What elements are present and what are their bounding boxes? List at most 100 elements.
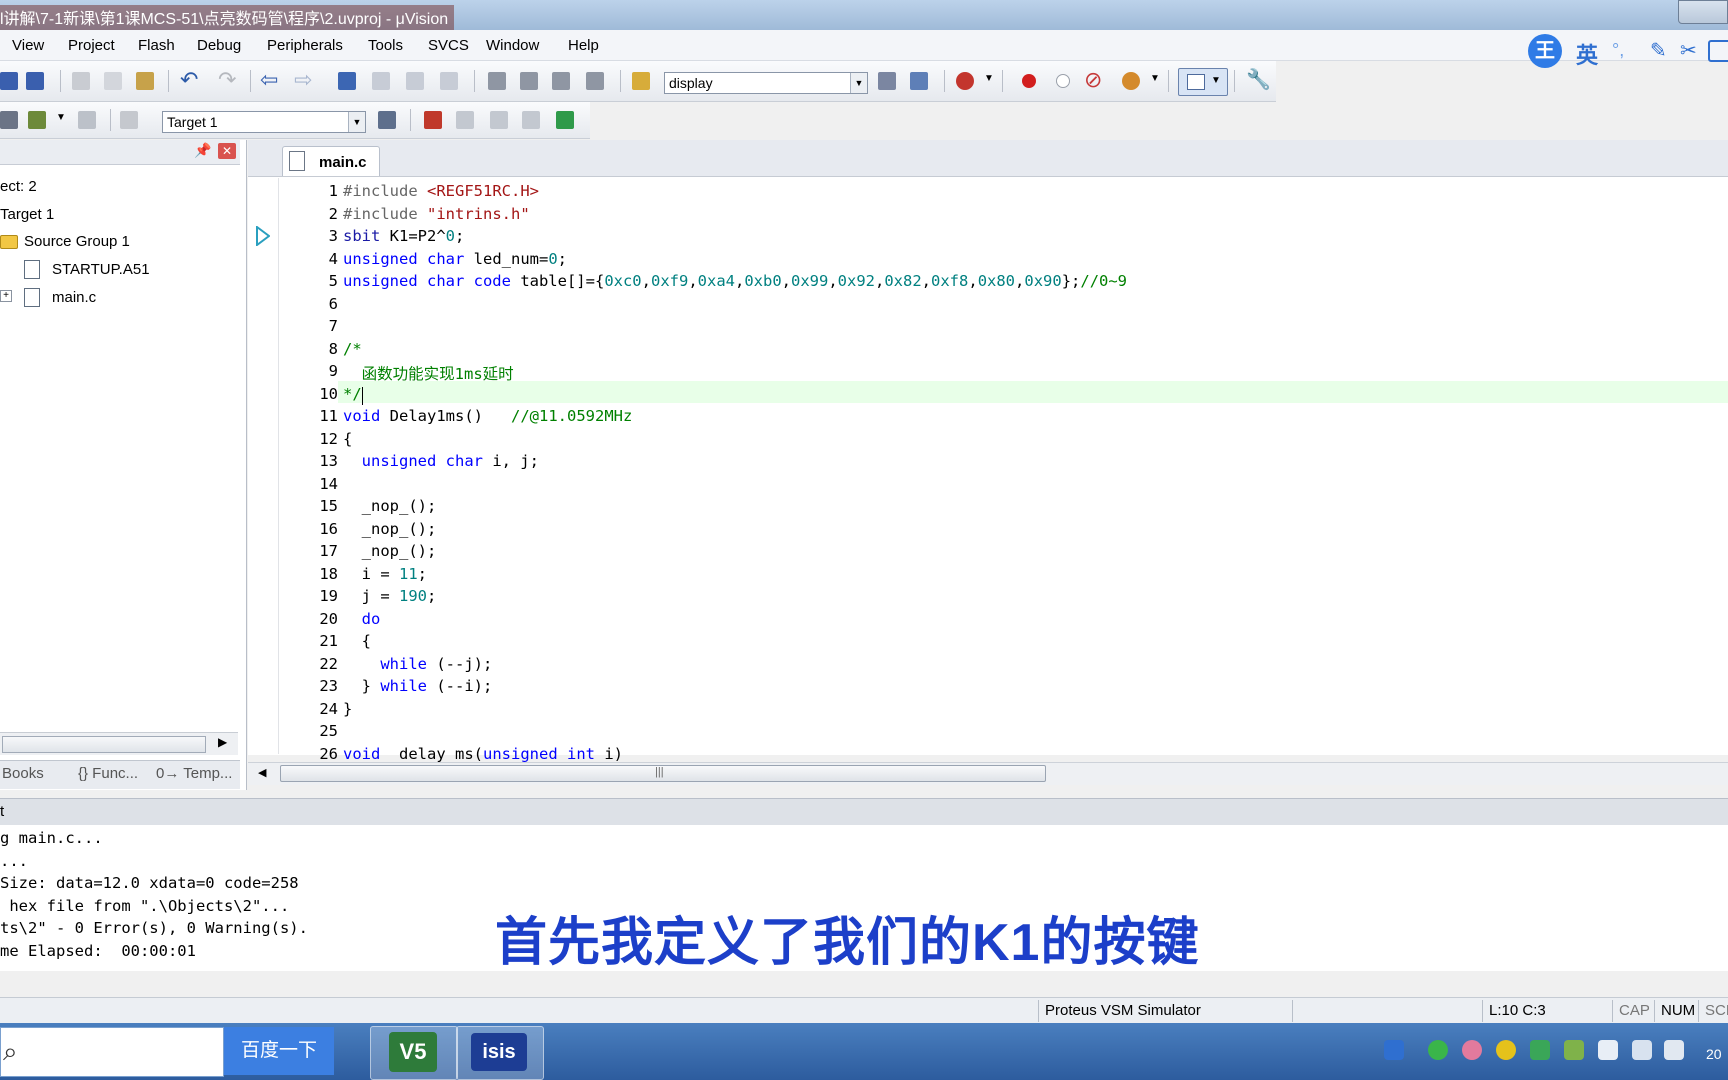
event-recorder-icon[interactable] [556,111,574,129]
volume-muted-icon[interactable] [1664,1040,1684,1060]
menu-project[interactable]: Project [68,37,115,54]
code-line[interactable]: } [343,700,352,718]
undo-icon[interactable]: ↶ [180,67,198,93]
app-tray-icon[interactable] [1462,1040,1482,1060]
navigate-forward-icon[interactable]: ⇨ [294,67,312,93]
security-tray-icon[interactable] [1496,1040,1516,1060]
code-line[interactable]: #include "intrins.h" [343,205,530,223]
save-icon[interactable] [0,72,18,90]
indent-icon[interactable] [488,72,506,90]
ime-punctuation-icon[interactable]: °, [1612,40,1624,61]
code-line[interactable]: { [343,632,371,650]
project-hscroll[interactable]: ▶ [0,732,238,755]
code-line[interactable]: _nop_(); [343,520,437,538]
tab-main-c[interactable]: main.c [282,146,380,177]
target-combo[interactable]: Target 1 ▼ [162,111,366,133]
pack-installer-icon[interactable] [522,111,540,129]
chevron-down-icon[interactable]: ▼ [56,112,66,123]
code-line[interactable]: */ [343,385,362,403]
taskbar-app-isis[interactable]: isis [456,1026,544,1080]
signal-icon[interactable] [1632,1040,1652,1060]
ime-language-toggle[interactable]: 英 [1576,38,1598,70]
minimize-button[interactable] [1678,0,1728,24]
breakpoint-disable-all-icon[interactable]: ⊘ [1084,67,1102,93]
code-line[interactable]: _nop_(); [343,542,437,560]
menu-debug[interactable]: Debug [197,37,241,54]
download-load-icon[interactable] [120,111,138,129]
ime-pen-icon[interactable]: ✎ [1650,38,1667,63]
comment-icon[interactable] [552,72,570,90]
tab-books[interactable]: Books [2,765,44,782]
cut-icon[interactable] [72,72,90,90]
find-combo[interactable]: display ▼ [664,72,868,94]
code-line[interactable]: void delay_ms(unsigned int i) [343,745,623,763]
bookmark-next-icon[interactable] [406,72,424,90]
menu-view[interactable]: View [12,37,44,54]
copy-icon[interactable] [104,72,122,90]
menu-window[interactable]: Window [486,37,539,54]
chevron-down-icon[interactable]: ▼ [984,73,994,84]
code-line[interactable]: j = 190; [343,587,437,605]
paste-icon[interactable] [136,72,154,90]
code-line[interactable]: { [343,430,352,448]
scroll-right-icon[interactable]: ▶ [218,735,227,749]
code-line[interactable]: unsigned char led_num=0; [343,250,567,268]
select-packs-icon[interactable] [456,111,474,129]
code-line[interactable]: _nop_(); [343,497,437,515]
save-all-icon[interactable] [26,72,44,90]
menu-peripherals[interactable]: Peripherals [267,37,343,54]
breakpoint-insert-icon[interactable] [1022,74,1036,88]
breakpoint-enable-icon[interactable] [1056,74,1070,88]
code-line[interactable]: sbit K1=P2^0; [343,227,464,245]
incremental-find-icon[interactable] [910,72,928,90]
configuration-wrench-icon[interactable]: 🔧 [1246,67,1271,92]
code-line[interactable]: /* [343,340,362,358]
code-line[interactable]: 函数功能实现1ms延时 [343,362,514,384]
find-in-files-icon[interactable] [632,72,650,90]
editor-hscroll-thumb[interactable]: ||| [280,765,1046,782]
expand-icon[interactable]: + [0,290,12,302]
translate-icon[interactable] [0,111,18,129]
redo-icon[interactable]: ↷ [218,67,236,93]
close-icon[interactable]: ✕ [218,143,236,159]
unindent-icon[interactable] [520,72,538,90]
menu-help[interactable]: Help [568,37,599,54]
code-line[interactable]: do [343,610,381,628]
tree-target[interactable]: Target 1 [0,206,54,223]
taskbar-search-input[interactable]: ⌕ [0,1027,224,1077]
network-tray-icon[interactable] [1564,1040,1584,1060]
baidu-search-button[interactable]: 百度一下 [224,1027,334,1075]
code-line[interactable]: unsigned char code table[]={0xc0,0xf9,0x… [343,272,1127,290]
find-icon[interactable] [878,72,896,90]
taskbar-app-keil[interactable]: V5 [370,1026,458,1080]
manage-project-items-icon[interactable] [424,111,442,129]
chevron-down-icon[interactable]: ▼ [1150,73,1160,84]
tree-source-group[interactable]: Source Group 1 [24,233,130,250]
menu-flash[interactable]: Flash [138,37,175,54]
code-line[interactable]: #include <REGF51RC.H> [343,182,539,200]
ime-tray-icon[interactable] [1384,1040,1404,1060]
clipboard-tray-icon[interactable] [1598,1040,1618,1060]
code-line[interactable]: while (--j); [343,655,492,673]
manage-rte-icon[interactable] [490,111,508,129]
code-line[interactable]: void Delay1ms() //@11.0592MHz [343,407,632,425]
tab-templates[interactable]: 0→ Temp... [156,765,232,782]
scroll-left-icon[interactable]: ◀ [258,766,266,779]
editor-gutter[interactable] [252,178,279,754]
ime-keyboard-icon[interactable] [1708,40,1728,62]
bookmark-clear-icon[interactable] [440,72,458,90]
tree-file-main[interactable]: main.c [52,289,96,306]
chevron-down-icon[interactable]: ▼ [850,73,867,93]
ime-scissors-icon[interactable]: ✂ [1680,38,1697,63]
uncomment-icon[interactable] [586,72,604,90]
menu-tools[interactable]: Tools [368,37,403,54]
menu-svcs[interactable]: SVCS [428,37,469,54]
bookmark-toggle-icon[interactable] [338,72,356,90]
batch-build-icon[interactable] [78,111,96,129]
breakpoint-kill-all-icon[interactable] [1122,72,1140,90]
code-line[interactable]: } while (--i); [343,677,493,695]
tab-functions[interactable]: {} Func... [78,765,138,782]
wechat-tray-icon[interactable] [1428,1040,1448,1060]
code-line[interactable]: unsigned char i, j; [343,452,539,470]
ime-logo-icon[interactable]: 王 [1528,34,1562,68]
